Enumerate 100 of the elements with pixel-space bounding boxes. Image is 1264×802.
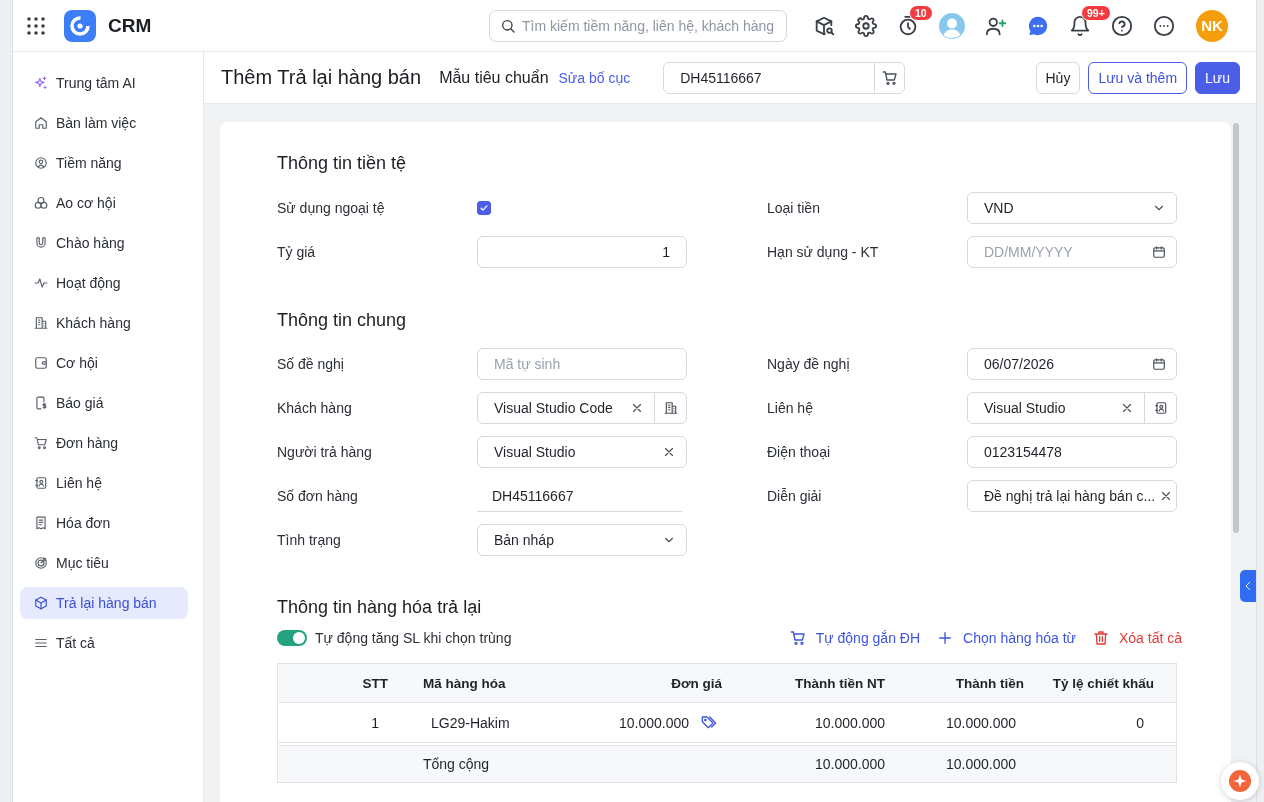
plus-icon	[937, 630, 954, 646]
sidebar-item[interactable]: Trung tâm AI	[20, 67, 188, 99]
checkmark-icon	[479, 203, 489, 213]
table-cell-text: 10.000.000	[813, 755, 886, 774]
target-icon	[34, 556, 48, 570]
edit-layout-link[interactable]: Sửa bố cục	[558, 69, 631, 86]
field-label: Điện thoại	[767, 444, 832, 460]
close-icon[interactable]	[1120, 401, 1134, 415]
building-icon	[663, 401, 678, 415]
cart-icon	[881, 69, 898, 86]
delete-all-link[interactable]: Xóa tất cả	[1092, 630, 1182, 646]
search-icon	[500, 17, 516, 34]
choose-goods-link[interactable]: Chọn hàng hóa từ	[937, 630, 1076, 646]
pulse-icon	[34, 276, 48, 290]
order-number-field[interactable]: DH45116667	[663, 61, 906, 94]
text-input[interactable]: Visual Studio	[477, 436, 687, 468]
settings-icon[interactable]	[855, 14, 877, 37]
field-label: Người trả hàng	[277, 444, 373, 460]
table-cell-text: LG29-Hakim	[430, 713, 511, 733]
sparkle-icon	[1229, 770, 1251, 792]
more-icon[interactable]	[1153, 14, 1175, 37]
column-header: STT	[361, 674, 389, 693]
column-header: Thành tiền NT	[794, 674, 886, 693]
column-header: Thành tiền	[954, 674, 1025, 693]
calendar-icon[interactable]	[1152, 245, 1166, 259]
table-cell: 10.000.000	[618, 714, 689, 731]
field-label: Diễn giải	[767, 488, 823, 504]
cancel-button[interactable]: Hủy	[1035, 61, 1081, 94]
section-title: Thông tin chung	[277, 309, 408, 332]
sidebar-item[interactable]: Hóa đơn	[20, 507, 188, 539]
lookup-field[interactable]: Visual Studio	[967, 392, 1177, 424]
close-icon[interactable]	[662, 445, 676, 459]
table-cell-text: 10.000.000	[944, 713, 1017, 733]
sidebar-item[interactable]: Báo giá	[20, 387, 188, 419]
tag-icon[interactable]	[701, 714, 717, 731]
field-label: Hạn sử dụng - KT	[767, 244, 880, 260]
sidebar-item[interactable]: Cơ hội	[20, 347, 188, 379]
wallet-icon	[34, 356, 48, 370]
sidebar-item[interactable]: Liên hệ	[20, 467, 188, 499]
select-field[interactable]: Bản nháp	[477, 524, 687, 556]
sidebar-item[interactable]: Khách hàng	[20, 307, 188, 339]
date-field[interactable]: 06/07/2026	[967, 348, 1177, 380]
column-header: Mã hàng hóa	[422, 674, 507, 693]
calendar-icon[interactable]	[1152, 357, 1166, 371]
toggle-label: Tự động tăng SL khi chọn trùng	[315, 630, 512, 646]
sidebar-item[interactable]: Đơn hàng	[20, 427, 188, 459]
number-input[interactable]: 1	[477, 236, 687, 268]
logo-icon	[64, 9, 96, 42]
chat-icon[interactable]	[1027, 14, 1049, 37]
sidebar-item[interactable]: Chào hàng	[20, 227, 188, 259]
checkbox[interactable]	[477, 201, 491, 215]
contact-book-icon	[34, 476, 48, 490]
page-title: Thêm Trả lại hàng bán	[221, 66, 422, 89]
home-icon	[34, 116, 48, 130]
field-label: Loại tiền	[767, 200, 821, 216]
sidebar-item[interactable]: Trả lại hàng bán	[20, 587, 188, 619]
auto-attach-order-link[interactable]: Tự động gắn ĐH	[789, 630, 921, 646]
section-title: Thông tin hàng hóa trả lại	[277, 596, 483, 619]
field-label: Sử dụng ngoại tệ	[277, 200, 386, 216]
sidebar-item[interactable]: Tất cả	[20, 627, 188, 659]
text-input[interactable]: Đề nghị trả lại hàng bán c...	[967, 480, 1177, 512]
count-badge: 99+	[1081, 4, 1111, 21]
field-label: Khách hàng	[277, 400, 353, 416]
trash-icon	[1092, 630, 1109, 646]
scrollbar[interactable]	[1233, 123, 1239, 533]
contact-book-icon	[1153, 401, 1168, 415]
table-cell-text: 0	[1135, 713, 1145, 733]
field-label: Ngày đề nghị	[767, 356, 851, 372]
sparkle-icon	[34, 76, 48, 90]
column-header: Tỷ lệ chiết khấu	[1051, 674, 1155, 693]
apps-menu-icon[interactable]	[27, 16, 45, 35]
building-icon	[34, 316, 48, 330]
save-and-add-button[interactable]: Lưu và thêm	[1088, 61, 1188, 94]
save-button[interactable]: Lưu	[1195, 61, 1240, 94]
lookup-field[interactable]: Visual Studio Code	[477, 392, 687, 424]
select-field[interactable]: VND	[967, 192, 1177, 224]
menu-icon	[34, 636, 48, 650]
table-cell-text: 10.000.000	[813, 713, 886, 733]
sidebar-item[interactable]: Tiềm năng	[20, 147, 188, 179]
text-input[interactable]: 0123154478	[967, 436, 1177, 468]
help-icon[interactable]	[1111, 14, 1133, 37]
box-icon	[34, 596, 48, 610]
sidebar-item[interactable]: Ao cơ hội	[20, 187, 188, 219]
count-badge: 10	[909, 4, 933, 21]
app-name: CRM	[108, 14, 152, 37]
close-icon[interactable]	[630, 401, 644, 415]
column-header: Đơn giá	[670, 674, 723, 693]
cart-icon	[34, 436, 48, 450]
side-panel-toggle[interactable]	[1240, 570, 1256, 602]
sidebar-item[interactable]: Bàn làm việc	[20, 107, 188, 139]
toggle-switch[interactable]	[277, 630, 307, 646]
field-label: Liên hệ	[767, 400, 814, 416]
user-circle-icon	[34, 156, 48, 170]
box-search-icon[interactable]	[813, 14, 835, 37]
sidebar-item[interactable]: Hoạt động	[20, 267, 188, 299]
section-title: Thông tin tiền tệ	[277, 152, 408, 175]
table-cell-text: 10.000.000	[944, 755, 1017, 774]
sidebar-item[interactable]: Mục tiêu	[20, 547, 188, 579]
template-name: Mẫu tiêu chuẩn	[439, 68, 549, 87]
table-cell-text: Tổng cộng	[422, 755, 491, 774]
